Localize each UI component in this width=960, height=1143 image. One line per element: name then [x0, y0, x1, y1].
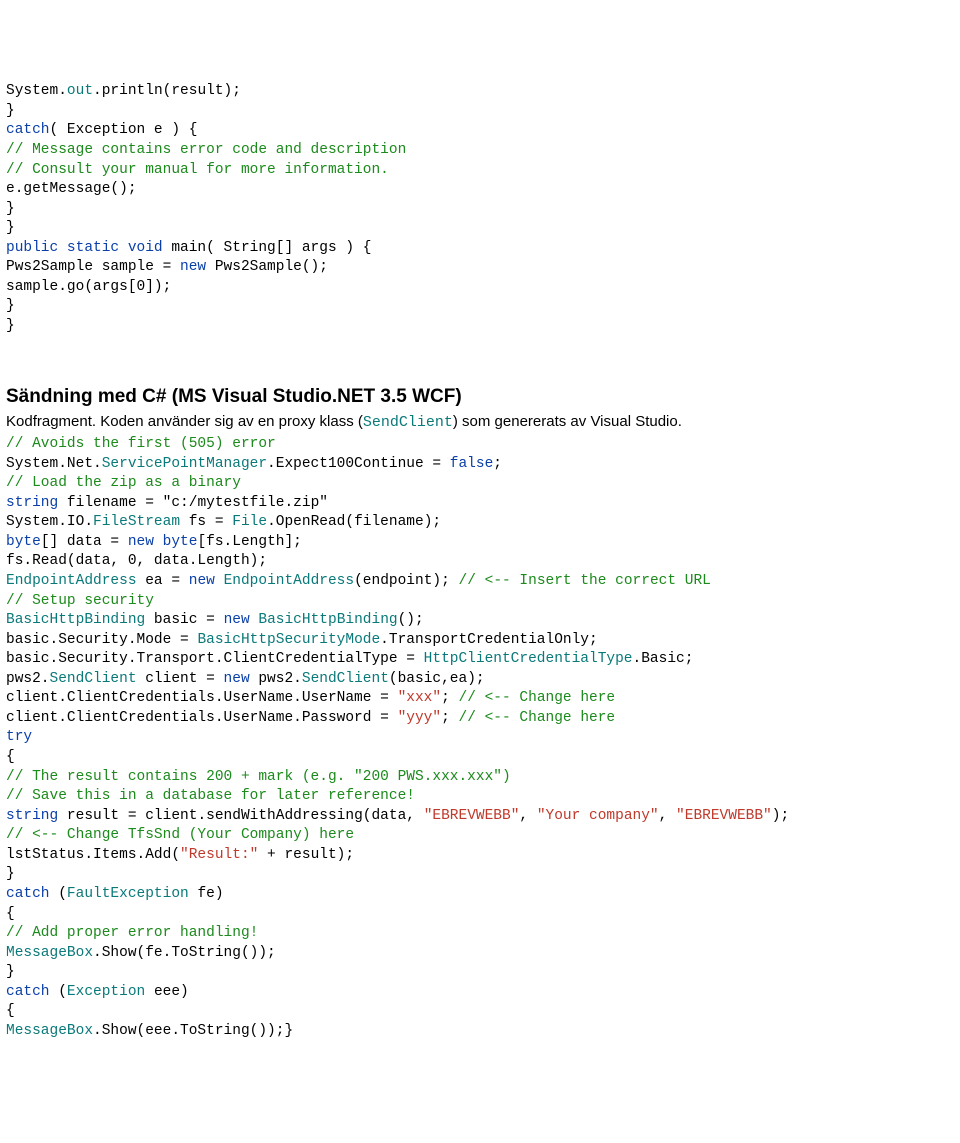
- comment-line: // The result contains 200 + mark (e.g. …: [6, 769, 511, 785]
- code-line: basic.Security.Transport.ClientCredentia…: [6, 651, 693, 667]
- code-line: {: [6, 749, 15, 765]
- code-line: public static void main( String[] args )…: [6, 240, 371, 256]
- code-line: System.Net.ServicePointManager.Expect100…: [6, 456, 502, 472]
- code-line: MessageBox.Show(eee.ToString());}: [6, 1023, 293, 1039]
- comment-line: // Save this in a database for later ref…: [6, 788, 415, 804]
- code-line: client.ClientCredentials.UserName.UserNa…: [6, 690, 615, 706]
- code-line: {: [6, 1003, 15, 1019]
- csharp-code-block: // Avoids the first (505) error System.N…: [6, 435, 954, 1041]
- code-line: }: [6, 298, 15, 314]
- code-line: string filename = "c:/mytestfile.zip": [6, 495, 328, 511]
- code-line: }: [6, 866, 15, 882]
- code-line: }: [6, 964, 15, 980]
- comment-line: // Consult your manual for more informat…: [6, 162, 389, 178]
- code-line: }: [6, 201, 15, 217]
- code-line: catch (Exception eee): [6, 984, 189, 1000]
- code-line: pws2.SendClient client = new pws2.SendCl…: [6, 671, 485, 687]
- code-line: basic.Security.Mode = BasicHttpSecurityM…: [6, 632, 598, 648]
- code-line: string result = client.sendWithAddressin…: [6, 808, 789, 824]
- comment-line: // Avoids the first (505) error: [6, 436, 276, 452]
- comment-line: // Message contains error code and descr…: [6, 142, 406, 158]
- comment-line: // <-- Change TfsSnd (Your Company) here: [6, 827, 354, 843]
- code-line: sample.go(args[0]);: [6, 279, 171, 295]
- code-line: }: [6, 220, 15, 236]
- code-line: }: [6, 103, 15, 119]
- code-line: BasicHttpBinding basic = new BasicHttpBi…: [6, 612, 424, 628]
- code-line: EndpointAddress ea = new EndpointAddress…: [6, 573, 711, 589]
- comment-line: // Load the zip as a binary: [6, 475, 241, 491]
- code-line: e.getMessage();: [6, 181, 137, 197]
- code-line: try: [6, 729, 32, 745]
- code-line: }: [6, 318, 15, 334]
- code-line: System.IO.FileStream fs = File.OpenRead(…: [6, 514, 441, 530]
- code-line: {: [6, 906, 15, 922]
- code-line: catch (FaultException fe): [6, 886, 224, 902]
- code-line: MessageBox.Show(fe.ToString());: [6, 945, 276, 961]
- code-line: byte[] data = new byte[fs.Length];: [6, 534, 302, 550]
- comment-line: // Add proper error handling!: [6, 925, 258, 941]
- section-description: Kodfragment. Koden använder sig av en pr…: [6, 412, 954, 433]
- code-line: fs.Read(data, 0, data.Length);: [6, 553, 267, 569]
- section-heading: Sändning med C# (MS Visual Studio.NET 3.…: [6, 384, 954, 410]
- code-line: Pws2Sample sample = new Pws2Sample();: [6, 259, 328, 275]
- code-line: System.out.println(result);: [6, 83, 241, 99]
- code-line: catch( Exception e ) {: [6, 122, 197, 138]
- java-code-block: System.out.println(result); } catch( Exc…: [6, 82, 954, 336]
- comment-line: // Setup security: [6, 593, 154, 609]
- code-line: lstStatus.Items.Add("Result:" + result);: [6, 847, 354, 863]
- code-line: client.ClientCredentials.UserName.Passwo…: [6, 710, 615, 726]
